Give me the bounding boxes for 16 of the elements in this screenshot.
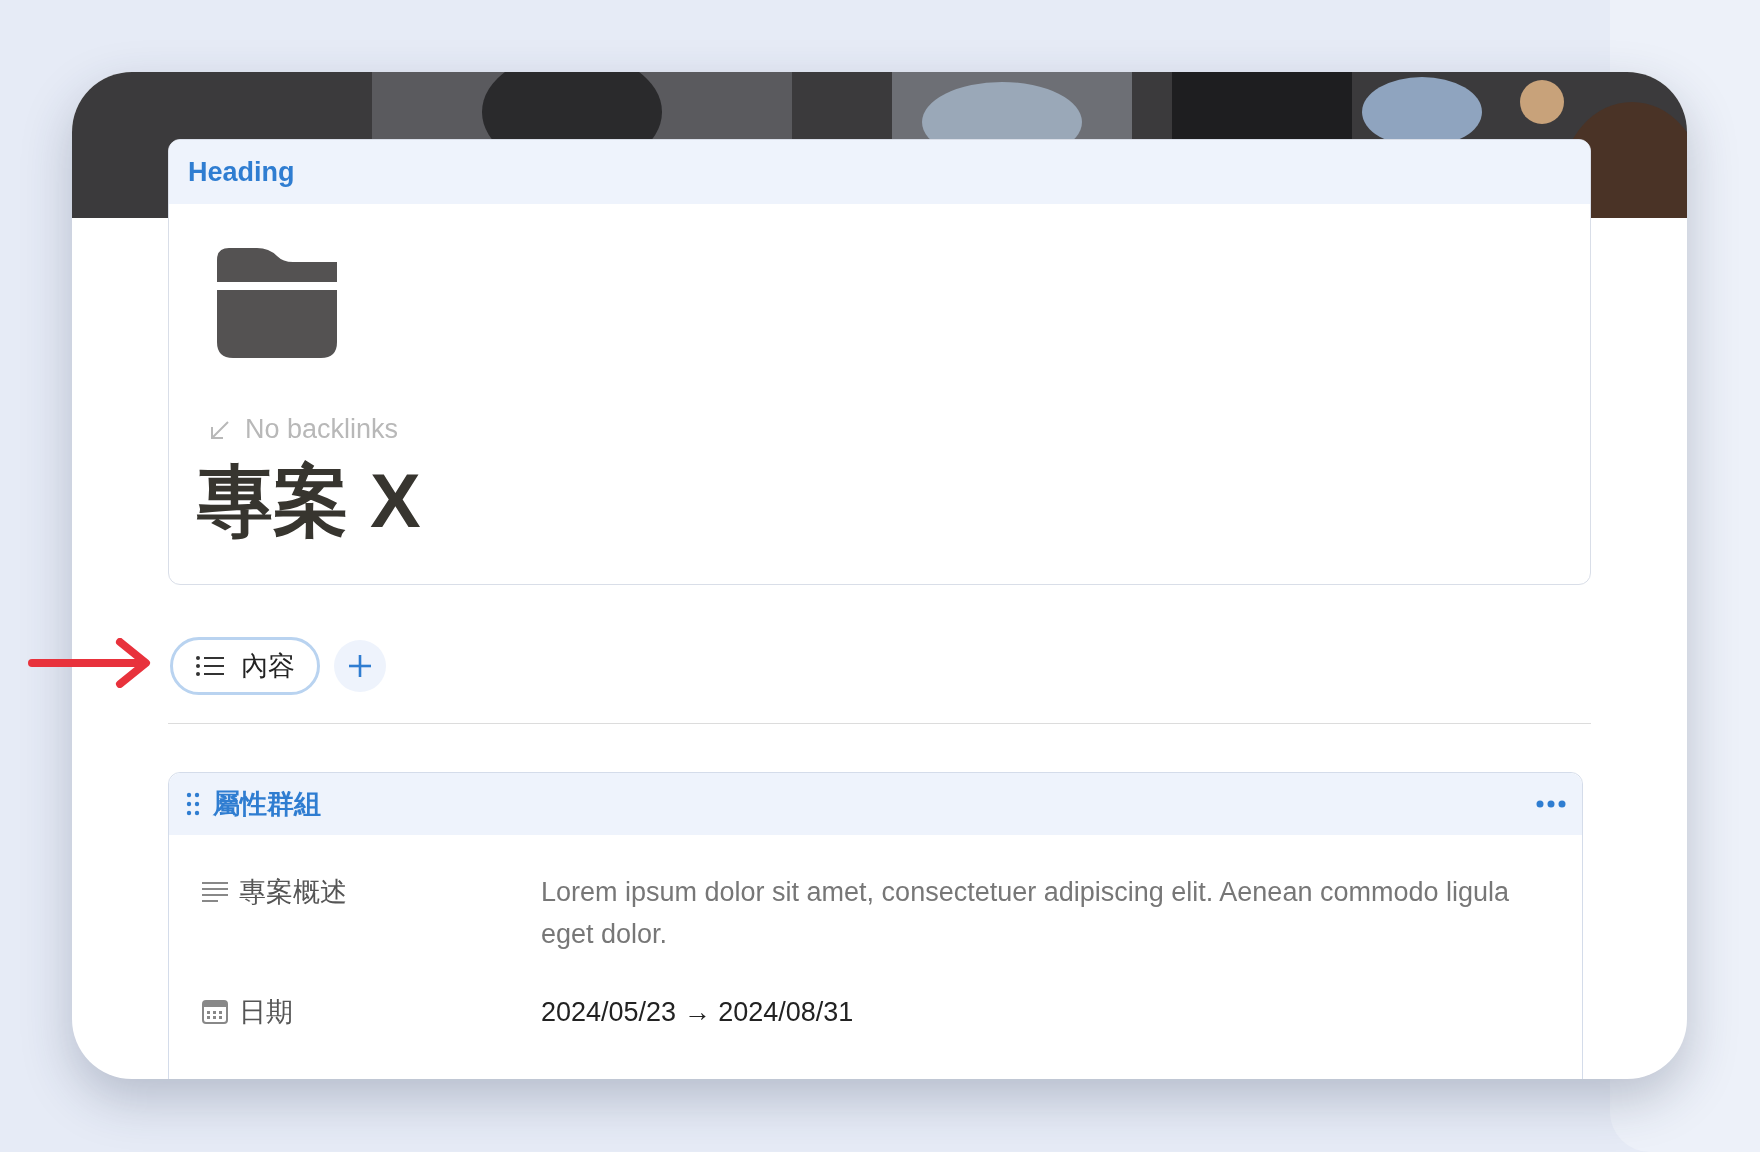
arrow-down-left-icon <box>209 418 231 441</box>
plus-icon <box>347 653 373 680</box>
list-icon <box>195 654 225 679</box>
property-value: 2024/05/23 → 2024/08/31 <box>541 996 855 1030</box>
folder-icon <box>217 248 337 358</box>
heading-label: Heading <box>188 156 295 188</box>
property-name: 日期 <box>239 996 293 1030</box>
drag-handle-icon[interactable] <box>185 791 201 818</box>
page-title: 專案 X <box>197 457 422 545</box>
calendar-icon <box>201 999 229 1026</box>
backlinks-text: No backlinks <box>245 414 399 445</box>
property-value: Lorem ipsum dolor sit amet, consectetuer adipiscing elit. Aenean commodo ligula eget dolor. <box>541 876 1510 952</box>
more-icon[interactable] <box>1536 800 1566 809</box>
group-title: 屬性群組 <box>213 788 322 822</box>
view-tab[interactable]: 內容 <box>170 637 320 696</box>
property-name: 專案概述 <box>239 876 347 910</box>
